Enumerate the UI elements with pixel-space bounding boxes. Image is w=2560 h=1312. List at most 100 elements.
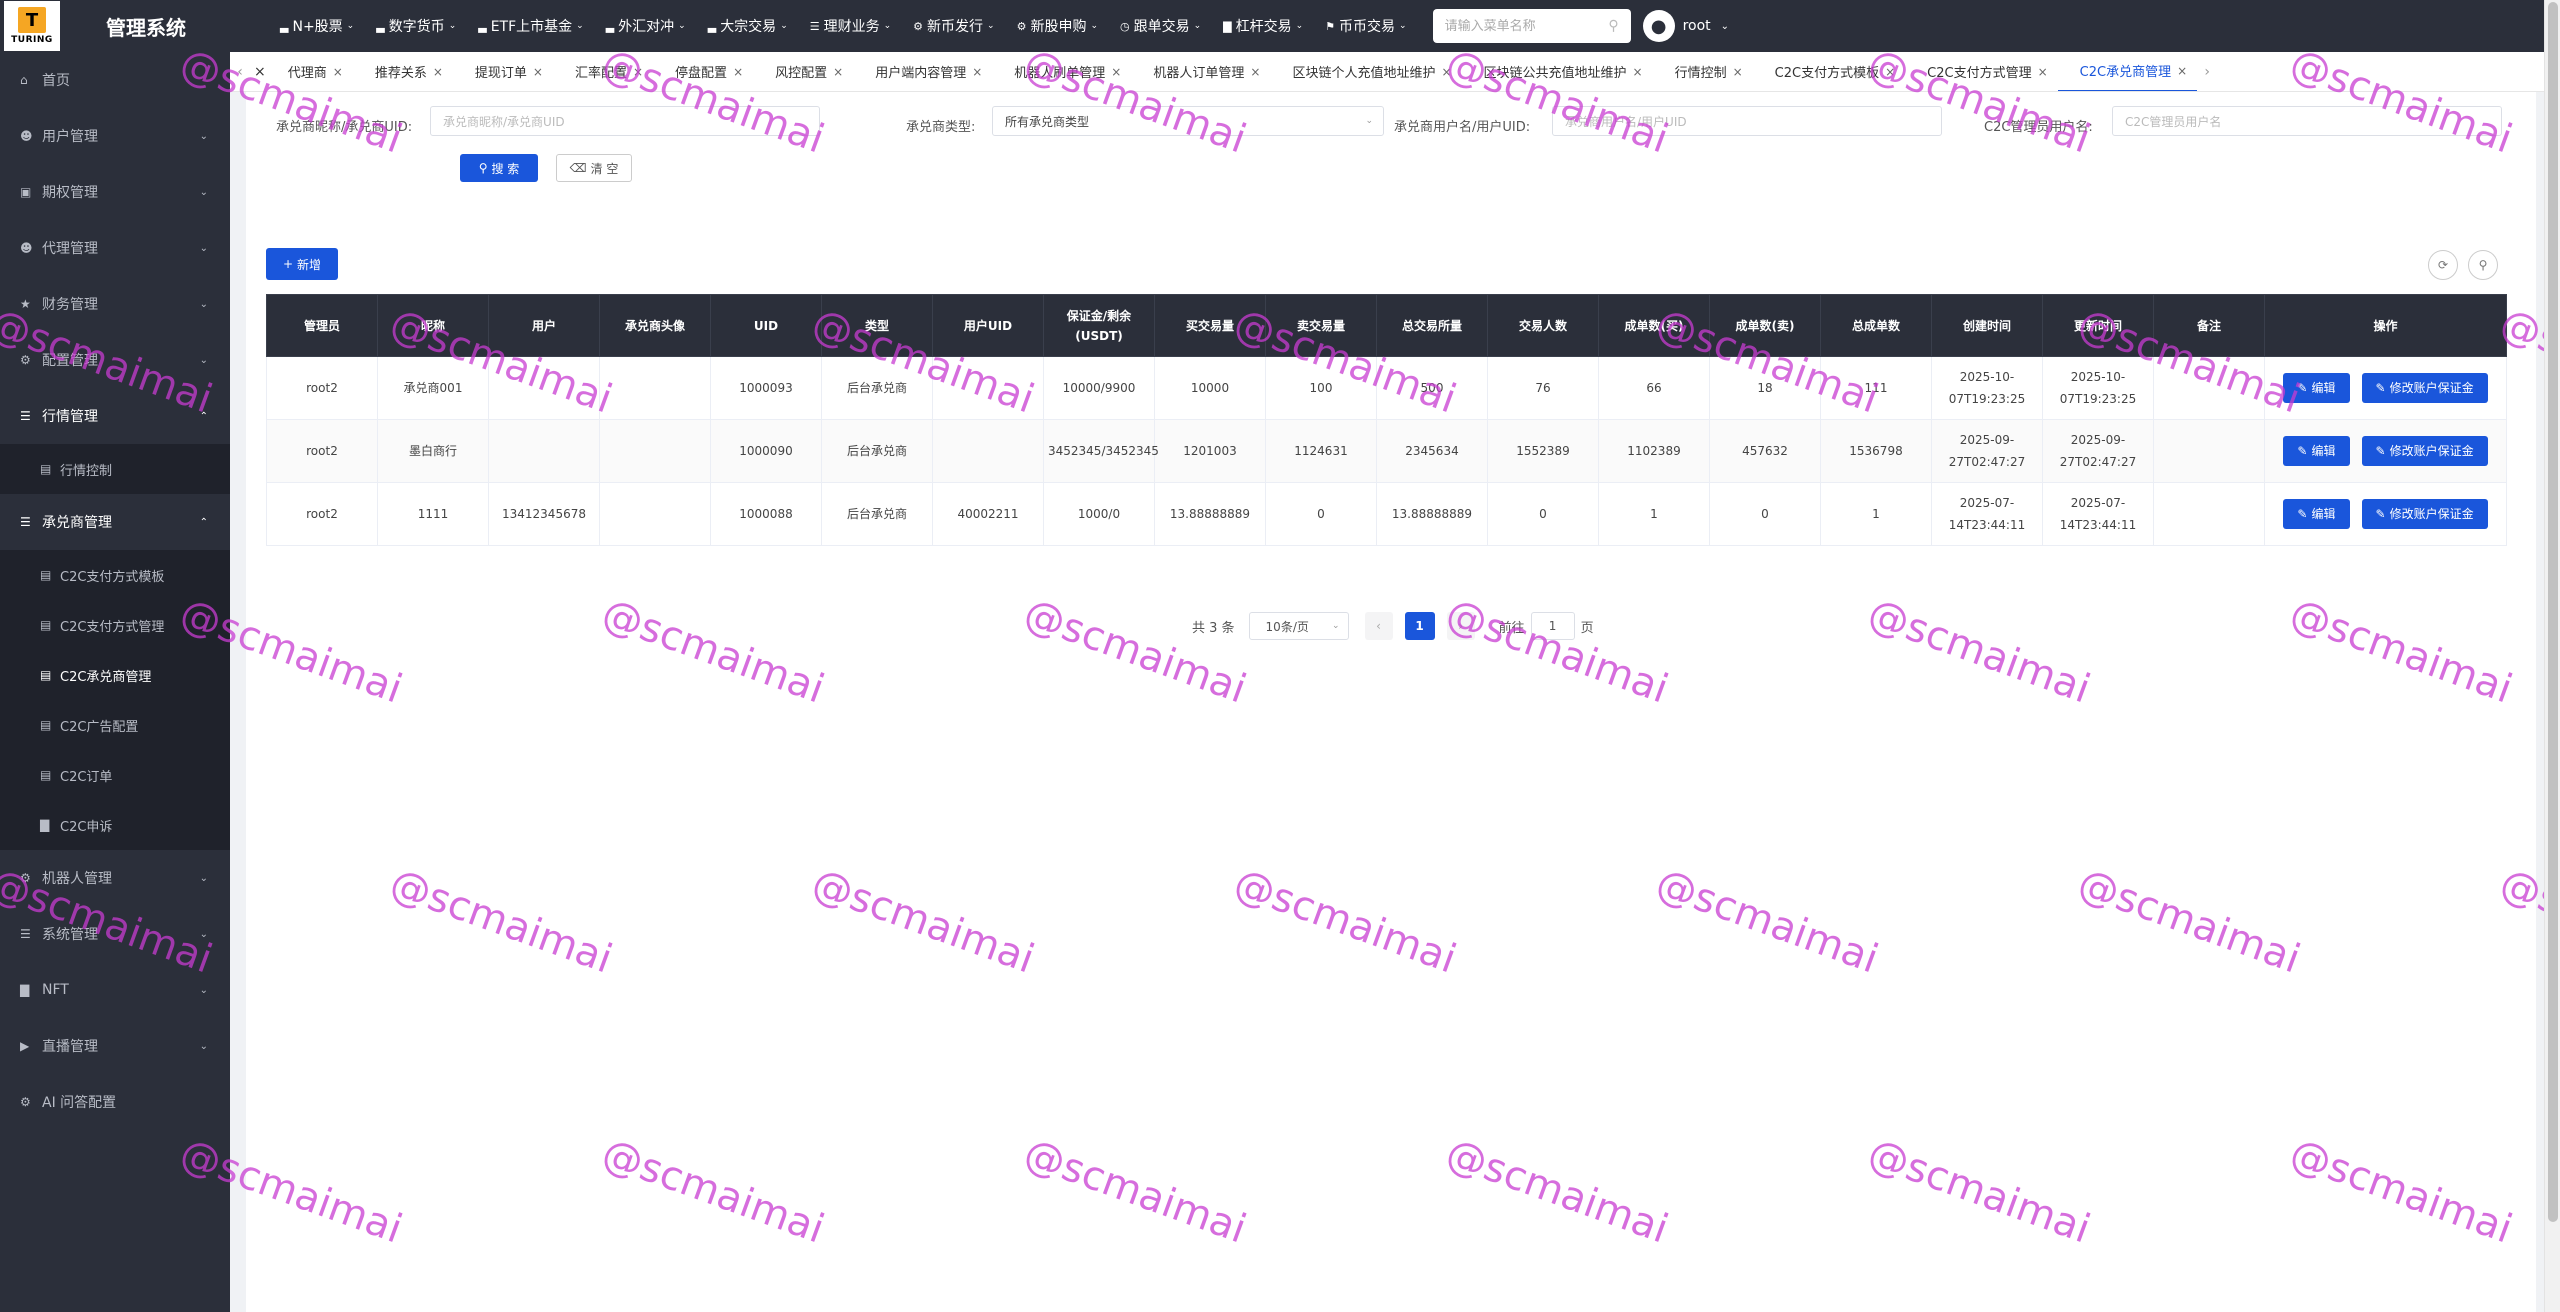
page-number-current[interactable]: 1 xyxy=(1404,612,1435,640)
sidebar-item[interactable]: ▶ 直播管理 ⌄ xyxy=(0,1018,230,1074)
search-button[interactable]: ⚲ 搜 索 xyxy=(460,154,538,182)
acceptor-user-input[interactable]: 承兑商用户名/用户UID xyxy=(1552,106,1942,136)
top-nav-item[interactable]: ▃ 外汇对冲 ⌄ xyxy=(606,16,686,36)
sidebar-item[interactable]: ▇ NFT ⌄ xyxy=(0,962,230,1018)
goto-page-input[interactable]: 1 xyxy=(1530,612,1575,640)
tab-item[interactable]: 用户端内容管理 × xyxy=(853,52,992,91)
sidebar-subitem[interactable]: ▤ C2C支付方式管理 xyxy=(0,600,230,650)
edit-deposit-button[interactable]: ✎ 修改账户保证金 xyxy=(2361,436,2488,466)
chevron-right-icon[interactable]: › xyxy=(2197,64,2217,80)
tab-item[interactable]: 停盘配置 × xyxy=(653,52,753,91)
tab-item[interactable]: 机器人订单管理 × xyxy=(1131,52,1270,91)
page-size-select[interactable]: 10条/页 ⌄ xyxy=(1248,612,1349,640)
tab-item[interactable]: 区块链公共充值地址维护 × xyxy=(1462,52,1653,91)
close-icon[interactable]: × xyxy=(733,65,743,79)
top-nav-item[interactable]: ⚙ 新股申购 ⌄ xyxy=(1017,16,1098,36)
close-icon[interactable]: × xyxy=(1111,65,1121,79)
page-scrollbar[interactable] xyxy=(2544,0,2560,1312)
sidebar-item[interactable]: ⚙ 配置管理 ⌄ xyxy=(0,332,230,388)
close-icon[interactable]: × xyxy=(1633,65,1643,79)
top-nav-item[interactable]: ▃ 大宗交易 ⌄ xyxy=(708,16,788,36)
edit-icon: ✎ xyxy=(2297,444,2308,458)
top-nav-item[interactable]: ◷ 跟单交易 ⌄ xyxy=(1120,16,1201,36)
close-icon[interactable]: × xyxy=(1441,65,1451,79)
scrollbar-thumb[interactable] xyxy=(2548,2,2558,1222)
edit-button[interactable]: ✎ 编辑 xyxy=(2283,436,2350,466)
tab-item[interactable]: 风控配置 × xyxy=(753,52,853,91)
sidebar-item[interactable]: ☰ 承兑商管理 ⌃ xyxy=(0,494,230,550)
tab-item[interactable]: 汇率配置 × xyxy=(553,52,653,91)
close-icon[interactable]: × xyxy=(533,65,543,79)
close-icon[interactable]: × xyxy=(972,65,982,79)
top-nav-item[interactable]: ▇ 杠杆交易 ⌄ xyxy=(1223,16,1303,36)
edit-deposit-button[interactable]: ✎ 修改账户保证金 xyxy=(2361,499,2488,529)
table-cell: 2025-09-27T02:47:27 xyxy=(2042,419,2154,483)
chevron-left-icon[interactable]: ‹ xyxy=(230,64,250,80)
close-icon[interactable]: × xyxy=(433,65,443,79)
acceptor-type-select[interactable]: 所有承兑商类型 ⌄ xyxy=(992,106,1384,136)
clear-button[interactable]: ⌫ 清 空 xyxy=(556,154,632,182)
add-button[interactable]: + 新增 xyxy=(266,248,338,280)
avatar[interactable]: ● xyxy=(1642,10,1675,42)
top-nav-item[interactable]: ▃ 数字货币 ⌄ xyxy=(376,16,456,36)
close-icon[interactable]: × xyxy=(2177,64,2187,78)
edit-deposit-button[interactable]: ✎ 修改账户保证金 xyxy=(2361,373,2488,403)
user-menu[interactable]: ● root ⌄ xyxy=(1642,10,1729,42)
acceptor-nick-input[interactable]: 承兑商昵称/承兑商UID xyxy=(430,106,820,136)
sidebar-subitem[interactable]: ▇ C2C申诉 xyxy=(0,800,230,850)
sidebar-item[interactable]: ☻ 代理管理 ⌄ xyxy=(0,220,230,276)
close-icon[interactable]: × xyxy=(833,65,843,79)
tab-item[interactable]: 行情控制 × xyxy=(1653,52,1753,91)
sidebar-subitem[interactable]: ▤ C2C支付方式模板 xyxy=(0,550,230,600)
close-icon[interactable]: × xyxy=(1250,65,1260,79)
prev-page-button[interactable]: ‹ xyxy=(1364,612,1393,640)
close-icon[interactable]: × xyxy=(1885,65,1895,79)
close-icon[interactable]: × xyxy=(2038,65,2048,79)
sidebar-item[interactable]: ☰ 行情管理 ⌃ xyxy=(0,388,230,444)
top-nav-item[interactable]: ⚙ 新币发行 ⌄ xyxy=(913,16,994,36)
sidebar-subitem[interactable]: ▤ 行情控制 xyxy=(0,444,230,494)
close-icon[interactable]: × xyxy=(633,65,643,79)
next-page-button[interactable]: › xyxy=(1446,612,1475,640)
tab-item[interactable]: 区块链个人充值地址维护 × xyxy=(1270,52,1461,91)
search-toggle-button[interactable]: ⚲ xyxy=(2468,250,2498,280)
admin-input[interactable]: C2C管理员用户名 xyxy=(2112,106,2502,136)
refresh-button[interactable]: ⟳ xyxy=(2428,250,2458,280)
tab-item[interactable]: 机器人刷单管理 × xyxy=(992,52,1131,91)
close-icon[interactable]: × xyxy=(333,65,343,79)
top-nav-item[interactable]: ⚑ 币币交易 ⌄ xyxy=(1325,16,1406,36)
table-cell xyxy=(599,356,711,420)
user-icon: ☻ xyxy=(20,129,33,143)
sidebar-item[interactable]: ☰ 系统管理 ⌄ xyxy=(0,906,230,962)
close-icon[interactable]: × xyxy=(254,64,266,80)
top-nav-item[interactable]: ▃ N+股票 ⌄ xyxy=(280,16,354,36)
chevron-down-icon[interactable]: ⌄ xyxy=(1721,21,1729,32)
menu-search[interactable]: ⚲ xyxy=(1432,9,1631,43)
sidebar-item[interactable]: ★ 财务管理 ⌄ xyxy=(0,276,230,332)
search-icon[interactable]: ⚲ xyxy=(1608,18,1618,34)
sidebar-subitem[interactable]: ▤ C2C订单 xyxy=(0,750,230,800)
sidebar-item[interactable]: ⚙ AI 问答配置 xyxy=(0,1074,230,1130)
table-cell: 0 xyxy=(1265,482,1377,546)
sidebar-item[interactable]: ⚙ 机器人管理 ⌄ xyxy=(0,850,230,906)
top-nav-item[interactable]: ▃ ETF上市基金 ⌄ xyxy=(478,16,583,36)
table-cell xyxy=(488,419,600,483)
sidebar-subitem[interactable]: ▤ C2C承兑商管理 xyxy=(0,650,230,700)
menu-search-input[interactable] xyxy=(1444,18,1609,34)
sidebar-item[interactable]: ▣ 期权管理 ⌄ xyxy=(0,164,230,220)
edit-button[interactable]: ✎ 编辑 xyxy=(2283,373,2350,403)
top-nav-item[interactable]: ☰ 理财业务 ⌄ xyxy=(810,16,891,36)
tab-item[interactable]: C2C支付方式模板 × xyxy=(1753,52,1906,91)
sidebar-item[interactable]: ☻ 用户管理 ⌄ xyxy=(0,108,230,164)
edit-button[interactable]: ✎ 编辑 xyxy=(2283,499,2350,529)
username[interactable]: root xyxy=(1683,18,1711,34)
sidebar-subitem[interactable]: ▤ C2C广告配置 xyxy=(0,700,230,750)
close-icon[interactable]: × xyxy=(1733,65,1743,79)
table-cell: 0 xyxy=(1487,482,1599,546)
sidebar-item[interactable]: ⌂ 首页 xyxy=(0,52,230,108)
tab-item[interactable]: 代理商 × xyxy=(266,52,353,91)
tab-item[interactable]: C2C支付方式管理 × xyxy=(1905,52,2058,91)
tab-item[interactable]: 提现订单 × xyxy=(453,52,553,91)
tab-item[interactable]: C2C承兑商管理 × xyxy=(2057,52,2198,91)
tab-item[interactable]: 推荐关系 × xyxy=(353,52,453,91)
